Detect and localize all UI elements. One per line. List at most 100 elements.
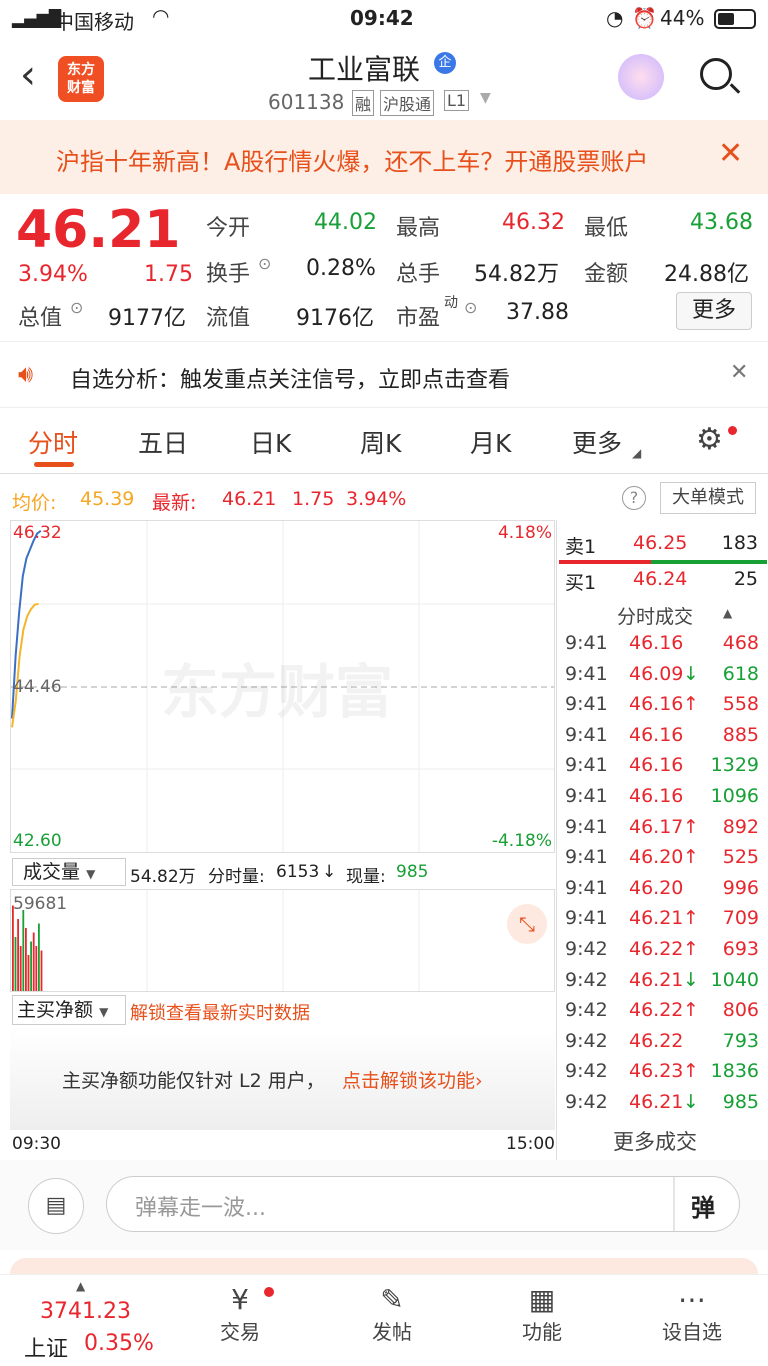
trade-volume: 709 <box>722 907 759 930</box>
tab-more-arrow-icon: ◢ <box>632 446 642 460</box>
intraday-chart[interactable]: 东方财富 46.32 44.46 42.60 4.18% -4.18% <box>10 520 555 853</box>
nav-functions[interactable]: ▦ 功能 <box>492 1283 592 1345</box>
info-change: 1.75 <box>292 488 335 510</box>
robot-assistant-icon[interactable] <box>618 54 664 100</box>
grid-icon: ▦ <box>528 1283 556 1316</box>
unlock-link[interactable]: 点击解锁该功能› <box>342 1066 483 1093</box>
index-name[interactable]: 上证 <box>24 1331 68 1363</box>
chart-tabs: 分时 五日 日K 周K 月K 更多 ◢ ⚙ <box>0 410 768 474</box>
tag-margin: 融 <box>352 90 375 116</box>
last-label: 最新: <box>152 492 197 514</box>
nav-trade[interactable]: ¥ 交易 <box>190 1283 290 1345</box>
volume-chart[interactable]: 59681 ⤡ <box>10 889 555 992</box>
index-pct[interactable]: 0.35% <box>84 1331 154 1356</box>
trade-direction: ↑ <box>683 938 699 960</box>
buy1-price: 46.24 <box>633 568 688 590</box>
trade-price: 46.22 <box>629 1029 684 1052</box>
dropdown-icon[interactable]: ▼ <box>480 90 491 106</box>
pe-value: 37.88 <box>506 300 569 325</box>
trade-price: 46.09 <box>629 662 684 685</box>
main-buy-select[interactable]: 主买净额 ▼ <box>12 995 126 1025</box>
tab-intraday[interactable]: 分时 <box>28 424 78 460</box>
min-volume-value: 6153 <box>276 862 320 882</box>
mcap-label: 总值 <box>18 306 63 331</box>
settings-icon[interactable]: ⚙ <box>696 422 723 457</box>
volume-bar <box>30 941 32 991</box>
nav-post[interactable]: ✎ 发帖 <box>342 1283 442 1345</box>
nav-add-watch[interactable]: ⋯ 设自选 <box>642 1283 742 1345</box>
buy1-volume: 25 <box>733 568 758 590</box>
promo-banner[interactable]: 沪指十年新高！A股行情火爆，还不上车？开通股票账户 ✕ <box>0 120 768 194</box>
tab-five-day[interactable]: 五日 <box>138 424 188 460</box>
expand-icon[interactable]: ⤡ <box>507 904 547 944</box>
back-icon[interactable]: ‹ <box>20 52 36 98</box>
current-volume-label: 现量: <box>346 867 386 887</box>
amount-label: 金额 <box>584 262 629 287</box>
trade-time: 9:41 <box>565 632 608 654</box>
edit-icon: ✎ <box>380 1283 404 1316</box>
danmaku-toggle-button[interactable]: 弹 <box>691 1188 715 1223</box>
axis-mid-price: 44.46 <box>13 677 62 697</box>
battery-percent: 44% <box>660 6 705 30</box>
volume-svg <box>12 890 420 991</box>
trade-row: 9:41 46.16 ↑ 558 <box>557 689 768 719</box>
open-label: 今开 <box>206 216 251 241</box>
volume-bar <box>38 923 40 991</box>
last-value: 46.21 <box>222 488 277 510</box>
index-value[interactable]: 3741.23 <box>40 1299 131 1324</box>
trades-title[interactable]: 分时成交 <box>617 602 693 629</box>
close-analysis-icon[interactable]: ✕ <box>730 360 748 385</box>
axis-top-price: 46.32 <box>13 523 62 543</box>
bottom-nav: ▲ 3741.23 上证 0.35% ¥ 交易 ✎ 发帖 ▦ 功能 ⋯ 设自选 <box>0 1274 768 1366</box>
info-icon[interactable]: ⊙ <box>70 298 83 317</box>
tab-weekly-k[interactable]: 周K <box>360 424 401 460</box>
unlock-hint[interactable]: 解锁查看最新实时数据 <box>130 999 310 1025</box>
volume-header: 成交量 ▼ 54.82万 分时量: 6153 ↓ 现量: 985 <box>10 855 555 889</box>
trade-volume: 558 <box>722 693 759 716</box>
volume-label: 总手 <box>396 262 441 287</box>
yuan-icon: ¥ <box>231 1283 249 1316</box>
bottom-sheet-handle <box>10 1258 758 1274</box>
current-volume-value: 985 <box>396 862 429 882</box>
trade-row: 9:41 46.16 1096 <box>557 781 768 811</box>
trade-row: 9:42 46.22 ↑ 806 <box>557 995 768 1025</box>
trade-time: 9:42 <box>565 1029 608 1052</box>
tab-more[interactable]: 更多 <box>572 424 622 460</box>
sort-up-icon[interactable]: ▲ <box>723 606 732 620</box>
axis-bottom-price: 42.60 <box>13 831 62 851</box>
trade-list[interactable]: 9:41 46.16 468 9:41 46.09 ↓ 618 9:41 46.16 ↑ 558 9:… <box>557 628 768 1118</box>
analysis-bar[interactable]: 🔊︎ 自选分析：触发重点关注信号，立即点击查看 ✕ <box>0 344 768 408</box>
tab-monthly-k[interactable]: 月K <box>470 424 511 460</box>
more-button[interactable]: 更多 <box>676 292 752 330</box>
float-value: 9176亿 <box>296 306 374 331</box>
search-icon[interactable] <box>700 58 741 94</box>
danmaku-input[interactable]: 弹幕走一波... 弹 <box>106 1176 740 1232</box>
open-value: 44.02 <box>314 210 377 235</box>
alarm-icon: ⏰ <box>632 6 657 30</box>
trade-direction: ↓ <box>683 662 699 685</box>
help-icon[interactable]: ? <box>622 486 646 510</box>
close-icon[interactable]: ✕ <box>718 136 743 171</box>
big-order-mode-button[interactable]: 大单模式 <box>660 482 756 514</box>
trade-price: 46.16 <box>629 723 684 746</box>
volume-select[interactable]: 成交量 ▼ <box>12 858 126 886</box>
app-logo[interactable]: 东方 财富 <box>58 56 104 102</box>
quote-panel: 46.21 3.94% 1.75 总值 ⊙ 9177亿 今开 44.02 最高 … <box>0 194 768 342</box>
carrier: 中国移动 <box>54 10 134 34</box>
main-buy-header: 主买净额 ▼ 解锁查看最新实时数据 <box>10 992 555 1028</box>
tag-level: L1 <box>444 90 470 111</box>
stock-name: 工业富联 <box>308 53 421 86</box>
pe-info-icon[interactable]: ⊙ <box>464 298 477 317</box>
tab-daily-k[interactable]: 日K <box>250 424 291 460</box>
analysis-text: 自选分析：触发重点关注信号，立即点击查看 <box>70 368 511 393</box>
more-trades-button[interactable]: 更多成交 <box>613 1126 697 1156</box>
danmaku-list-icon[interactable]: ▤ <box>28 1178 84 1234</box>
sell1-price: 46.25 <box>633 532 688 554</box>
trade-volume: 693 <box>722 938 759 960</box>
volume-bar <box>17 919 19 991</box>
volume-total: 54.82万 <box>130 867 196 887</box>
trade-volume: 1836 <box>710 1060 759 1083</box>
trade-volume: 1096 <box>710 785 759 807</box>
trade-price: 46.21 <box>629 1091 684 1113</box>
turnover-info-icon[interactable]: ⊙ <box>258 254 271 273</box>
